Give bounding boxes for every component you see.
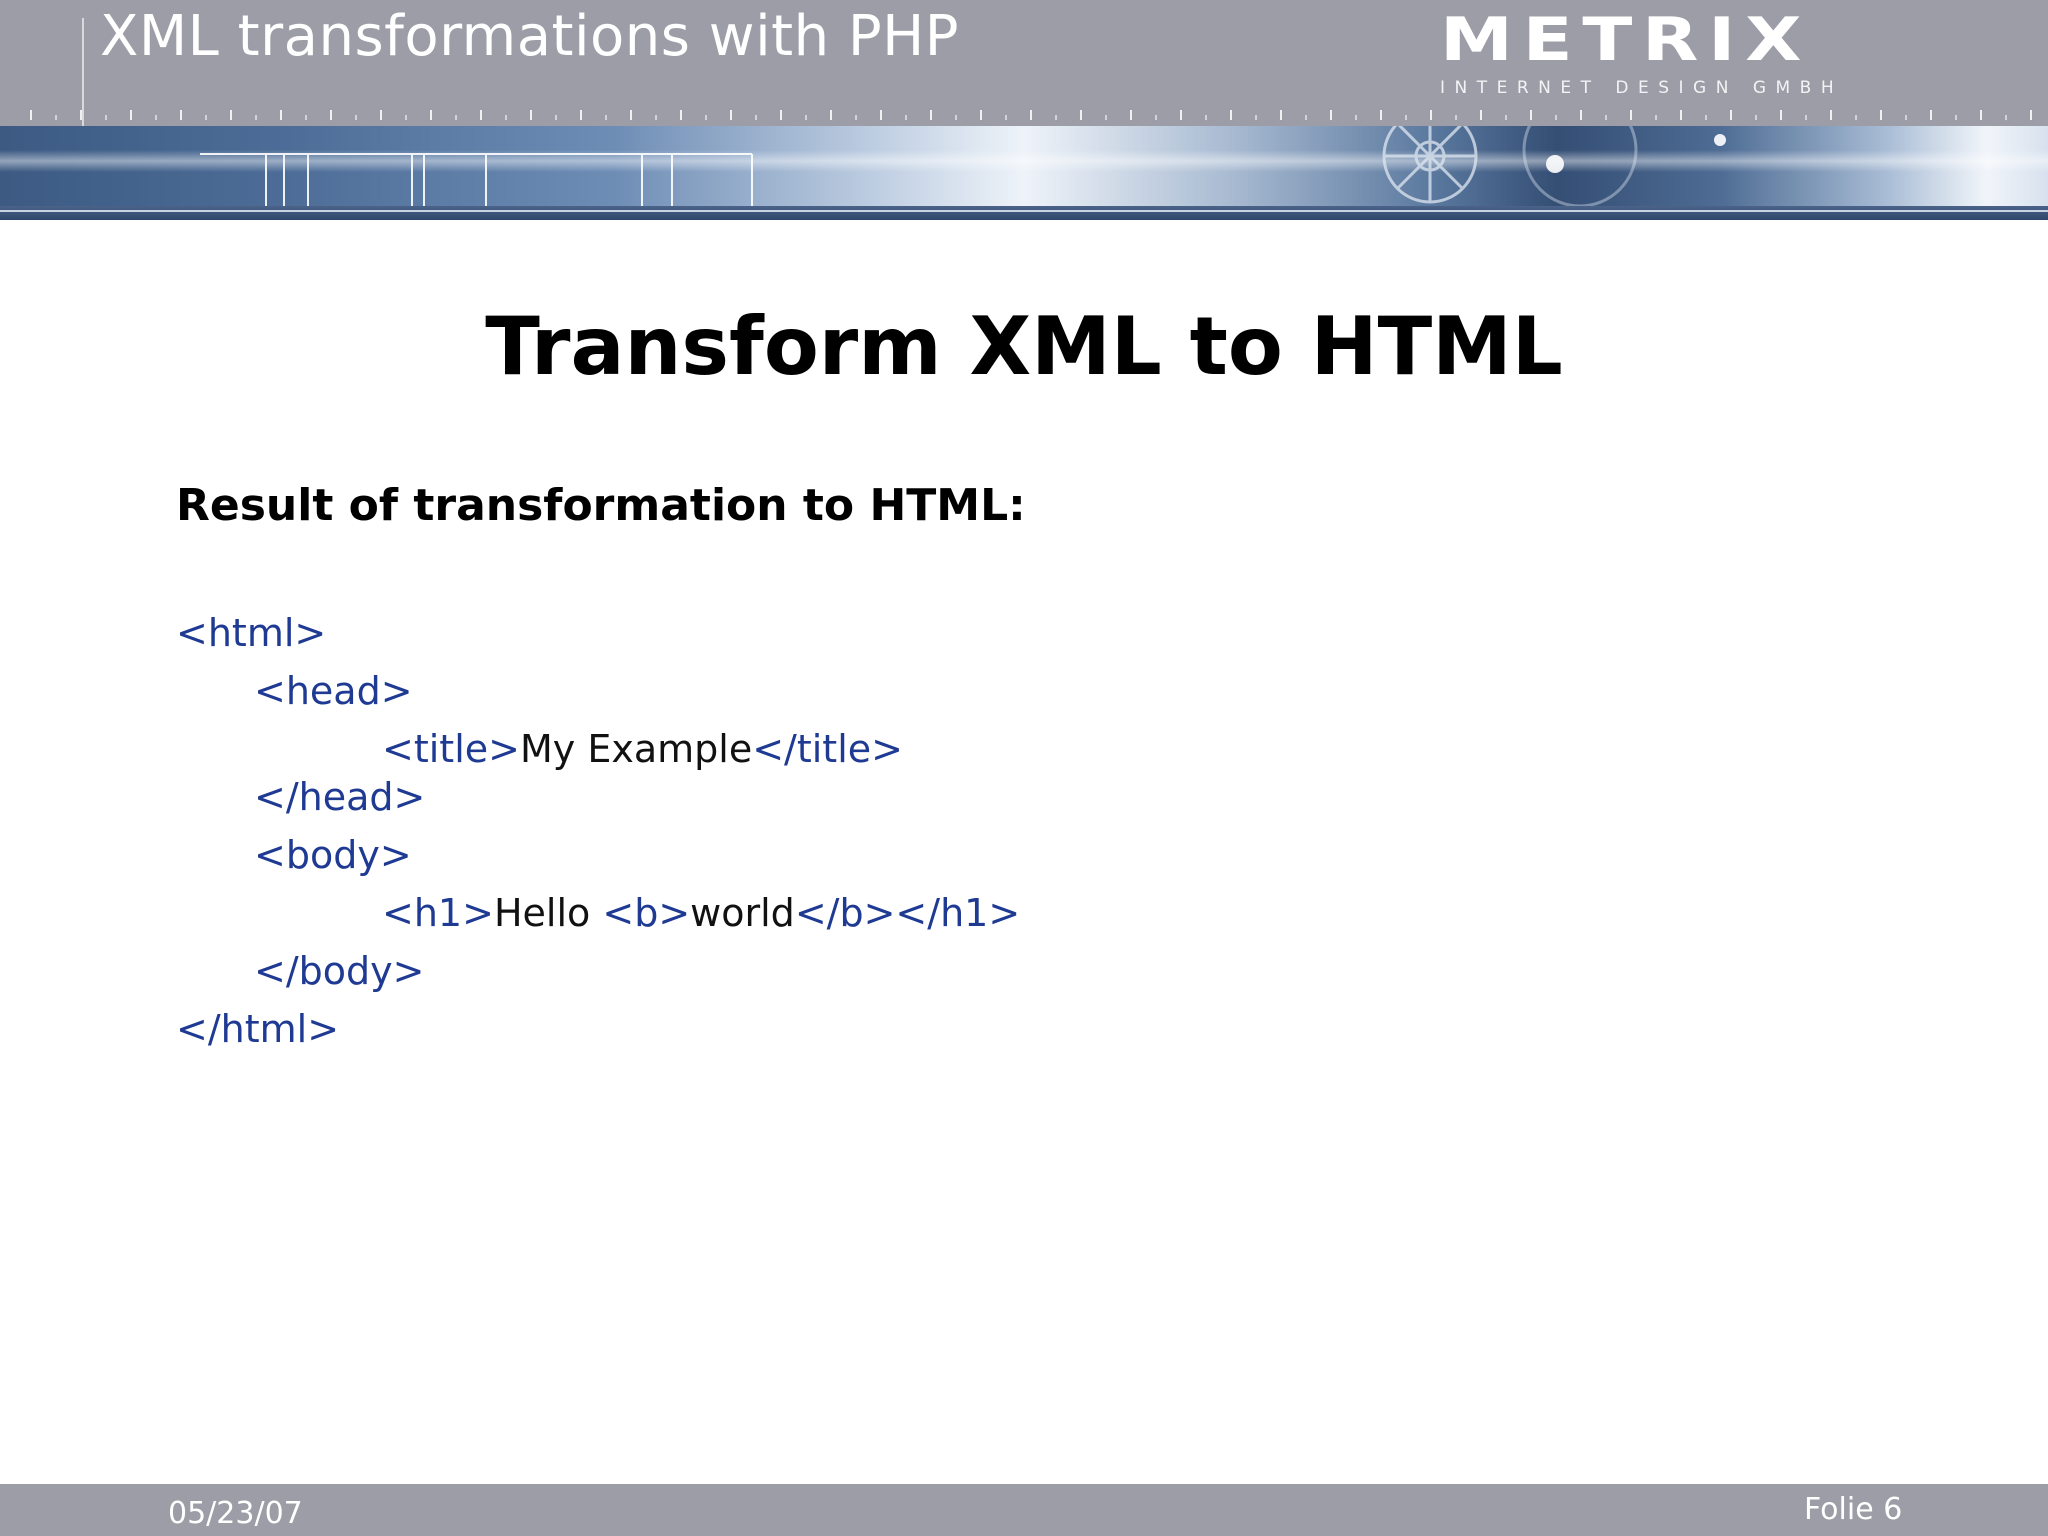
slide-subtitle: Result of transformation to HTML:	[176, 480, 1026, 531]
footer-date: 05/23/07	[168, 1496, 303, 1531]
code-tag: <head>	[254, 669, 413, 713]
code-tag: <title>	[382, 727, 520, 771]
company-logo: METRIX INTERNET DESIGN GMBH	[1440, 10, 1840, 98]
banner-underline	[0, 206, 2048, 220]
banner-decoration	[200, 126, 1726, 206]
logo-tagline: INTERNET DESIGN GMBH	[1440, 78, 1844, 98]
code-line: <h1>Hello <b>world</b></h1>	[382, 890, 1020, 936]
slide-title: Transform XML to HTML	[485, 300, 1563, 393]
header-ruler	[0, 110, 2048, 124]
code-tag: </title>	[752, 727, 903, 771]
code-tag: </b>	[794, 891, 896, 935]
header-banner	[0, 126, 2048, 206]
code-tag: <h1>	[382, 891, 494, 935]
deck-title: XML transformations with PHP	[100, 4, 960, 69]
code-text: world	[690, 891, 795, 935]
code-text: Hello	[493, 891, 603, 935]
footer-bar	[0, 1484, 2048, 1536]
code-tag: </h1>	[895, 891, 1021, 935]
gear-icon	[1382, 126, 1638, 206]
code-line: <title>My Example</title>	[382, 726, 903, 772]
code-line: </html>	[176, 1006, 339, 1052]
code-tag: </head>	[254, 775, 426, 819]
code-tag: <html>	[176, 611, 327, 655]
code-line: <body>	[254, 832, 412, 878]
code-tag: </body>	[254, 949, 425, 993]
code-line: <head>	[254, 668, 413, 714]
code-tag: <b>	[602, 891, 691, 935]
code-line: </body>	[254, 948, 424, 994]
logo-wordmark: METRIX	[1440, 5, 1812, 75]
slide-number: Folie 6	[1804, 1492, 1903, 1527]
code-line: </head>	[254, 774, 425, 820]
code-tag: <body>	[254, 833, 412, 877]
code-line: <html>	[176, 610, 326, 656]
code-text: My Example	[519, 727, 753, 771]
code-tag: </html>	[176, 1007, 340, 1051]
